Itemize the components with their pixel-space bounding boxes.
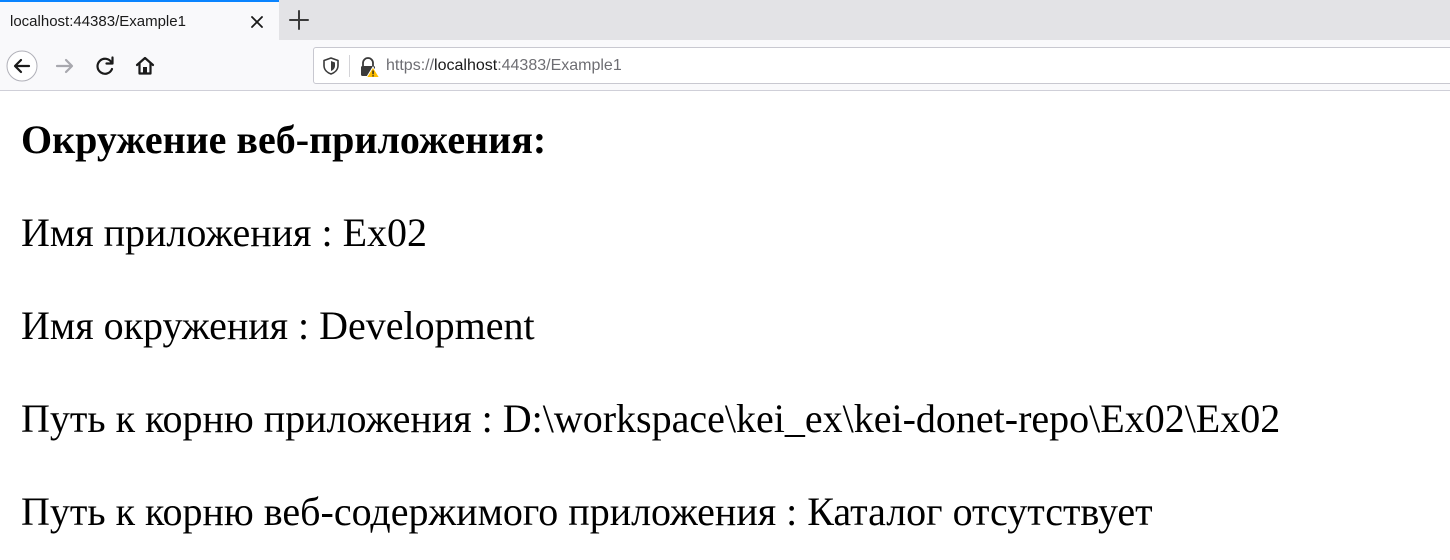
navigation-toolbar: https://localhost:44383/Example1: [0, 40, 1450, 91]
warning-lock-icon[interactable]: [358, 56, 381, 78]
browser-window: localhost:44383/Example1 https://localho…: [0, 0, 1450, 560]
address-bar[interactable]: https://localhost:44383/Example1: [313, 47, 1450, 84]
tab-title: localhost:44383/Example1: [10, 13, 186, 30]
url-path: :44383/Example1: [497, 57, 622, 74]
page-content: Окружение веб-приложения: Имя приложения…: [0, 92, 1450, 560]
content-root-path-line: Путь к корню приложения : D:\workspace\k…: [21, 396, 1281, 441]
url-host: localhost: [434, 57, 498, 74]
url-text[interactable]: https://localhost:44383/Example1: [386, 57, 622, 75]
url-scheme: https://: [386, 57, 435, 74]
tab-strip: localhost:44383/Example1: [0, 0, 1450, 40]
environment-name-line: Имя окружения : Development: [21, 303, 535, 348]
forward-arrow-icon[interactable]: [50, 50, 82, 82]
reload-icon[interactable]: [89, 50, 121, 82]
web-root-path-line: Путь к корню веб-содержимого приложения …: [21, 489, 1153, 534]
back-arrow-icon[interactable]: [6, 50, 38, 82]
tab-active[interactable]: localhost:44383/Example1: [0, 0, 279, 40]
app-name-line: Имя приложения : Ex02: [21, 210, 427, 255]
close-icon[interactable]: [247, 12, 267, 32]
address-bar-divider: [349, 55, 350, 77]
page-heading: Окружение веб-приложения:: [21, 117, 547, 162]
home-icon[interactable]: [129, 50, 161, 82]
shield-icon[interactable]: [321, 56, 341, 76]
plus-icon[interactable]: [286, 7, 312, 33]
